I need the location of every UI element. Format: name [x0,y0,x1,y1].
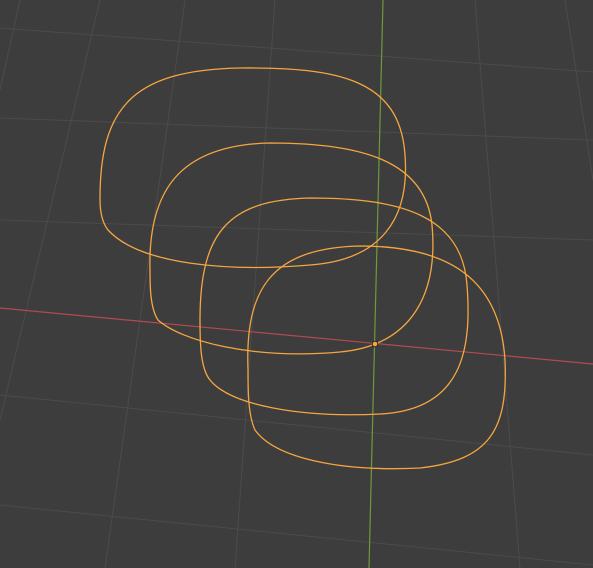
floor-grid [0,0,593,568]
grid-line [0,27,593,73]
grid-line [104,0,186,568]
grid-line [564,0,593,181]
grid-line [234,0,276,568]
curve-loop[interactable] [99,67,407,269]
grid-line [0,117,593,141]
curve-loop[interactable] [149,142,434,355]
y-axis-line [368,0,384,568]
selected-curve-object[interactable] [99,67,506,470]
curve-loop[interactable] [199,197,469,416]
viewport-canvas[interactable] [0,0,593,568]
grid-line [0,219,593,241]
grid-line [0,504,593,566]
grid-line [474,0,521,568]
grid-line [0,0,101,421]
3d-viewport[interactable] [0,0,593,568]
grid-line [0,0,21,91]
object-origin-point[interactable] [371,340,379,348]
grid-line [0,394,593,456]
